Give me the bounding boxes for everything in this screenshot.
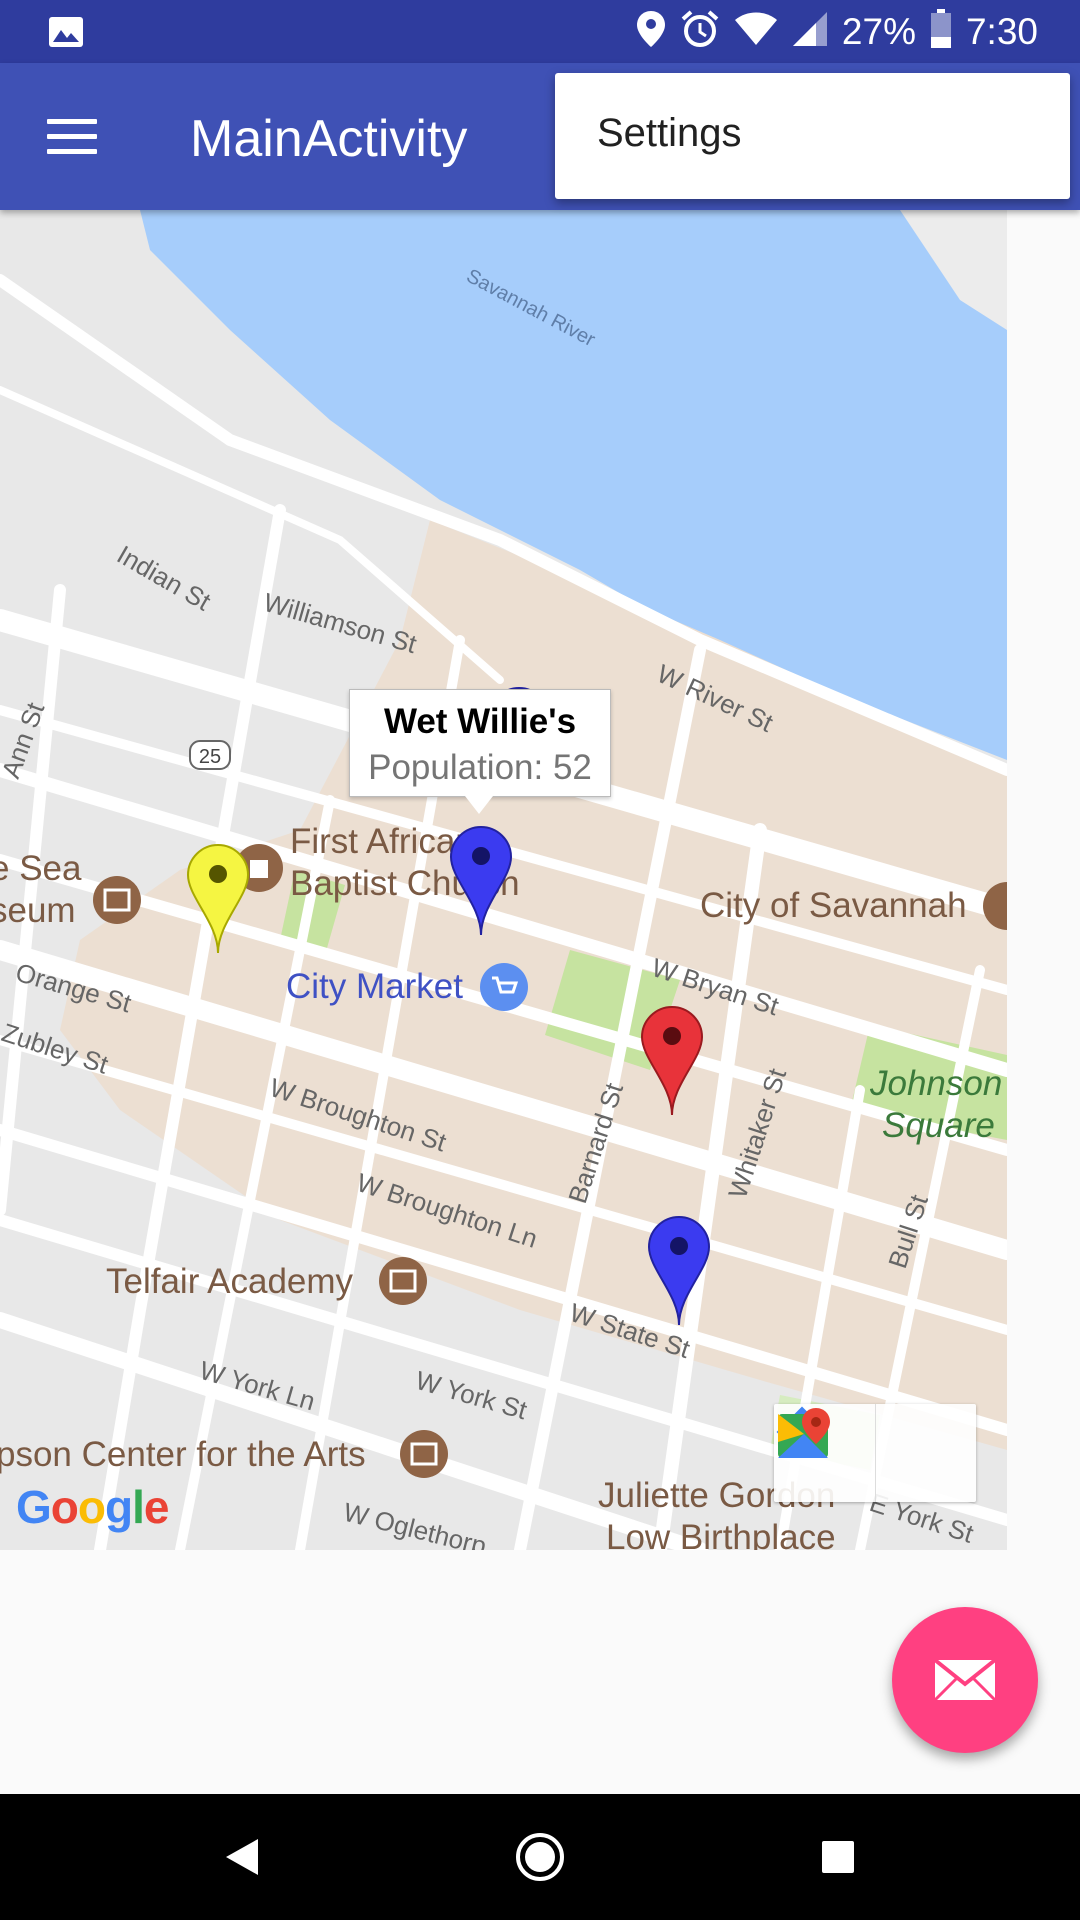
poi-label-center-for-arts: pson Center for the Arts xyxy=(0,1435,366,1474)
info-window-title: Wet Willie's xyxy=(383,702,577,741)
status-time: 7:30 xyxy=(965,10,1038,52)
museum-poi-icon-telfair xyxy=(379,1257,427,1305)
poi-label-low-birthplace: Low Birthplace xyxy=(606,1518,836,1550)
poi-label-city-market: City Market xyxy=(286,967,463,1006)
image-icon xyxy=(48,16,88,48)
signal-icon xyxy=(792,11,828,52)
map-view[interactable]: 25 Savannah River Indian St Williamson S… xyxy=(0,210,1007,1550)
poi-label-first-african: First African xyxy=(290,822,475,861)
overflow-menu: Settings xyxy=(555,73,1070,199)
google-logo: Google xyxy=(16,1481,169,1533)
home-icon[interactable] xyxy=(500,1822,580,1892)
status-bar: 27% 7:30 xyxy=(0,0,1080,63)
map-canvas[interactable]: 25 Savannah River Indian St Williamson S… xyxy=(0,210,1007,1550)
battery-icon xyxy=(930,9,952,54)
route-shield-label: 25 xyxy=(199,746,221,768)
museum-poi-icon xyxy=(93,876,141,924)
menu-item-settings[interactable]: Settings xyxy=(597,111,742,156)
museum-poi-icon-arts xyxy=(400,1430,448,1478)
shopping-cart-poi-icon xyxy=(480,963,528,1011)
google-maps-icon[interactable] xyxy=(778,1404,976,1502)
poi-label-telfair-academy: Telfair Academy xyxy=(106,1262,354,1301)
alarm-icon xyxy=(680,9,720,54)
battery-percent: 27% xyxy=(841,10,916,52)
poi-label-sea: e Sea xyxy=(0,849,82,888)
info-window-snippet: Population: 52 xyxy=(368,748,592,787)
location-icon xyxy=(636,10,666,53)
wifi-icon xyxy=(734,12,778,51)
info-window-tail xyxy=(465,796,493,814)
email-icon xyxy=(933,1658,997,1702)
app-title: MainActivity xyxy=(190,110,468,168)
marker-info-window[interactable]: Wet Willie's Population: 52 xyxy=(349,689,611,797)
back-icon[interactable] xyxy=(202,1822,282,1892)
recents-icon[interactable] xyxy=(798,1822,878,1892)
hamburger-menu-icon[interactable] xyxy=(30,101,114,171)
email-fab-button[interactable] xyxy=(892,1607,1038,1753)
map-toolbar xyxy=(774,1404,976,1502)
park-label-johnson: Johnson xyxy=(869,1064,1002,1103)
poi-label-museum: seum xyxy=(0,891,76,930)
poi-label-city-of-savannah: City of Savannah xyxy=(700,886,967,925)
navigation-bar xyxy=(0,1794,1080,1920)
park-label-square: Square xyxy=(882,1106,995,1145)
map-margin xyxy=(1007,210,1080,1550)
